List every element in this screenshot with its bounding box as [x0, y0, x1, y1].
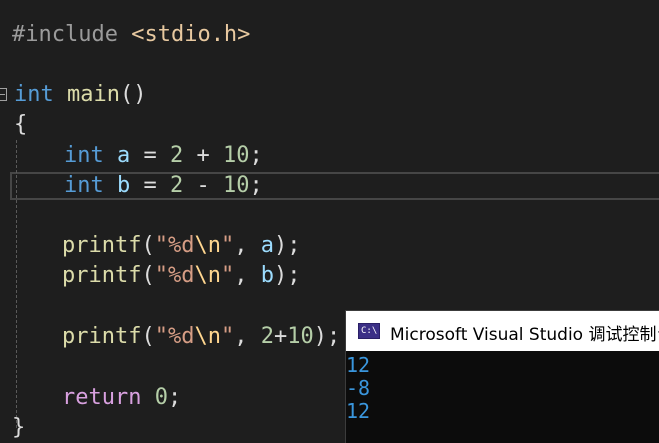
format-string-end: ": [220, 324, 235, 349]
code-line-include[interactable]: #include <stdio.h>: [12, 20, 250, 50]
open-paren: (: [141, 233, 155, 258]
plus-op: +: [196, 143, 210, 168]
function-call: printf: [62, 263, 142, 288]
console-output-line: 12: [346, 399, 371, 423]
argument-b: b: [260, 263, 274, 288]
close-brace: }: [12, 415, 26, 440]
comma: ,: [234, 233, 261, 258]
open-paren: (: [141, 263, 155, 288]
number: 10: [287, 324, 314, 349]
parens: (): [119, 82, 147, 107]
number: 2: [170, 173, 184, 198]
code-line-return[interactable]: return 0;: [62, 383, 181, 413]
keyword-int: int: [64, 143, 104, 168]
console-output: 12 -8 12: [346, 354, 370, 423]
preprocessor-directive: #include: [12, 22, 118, 47]
function-name: main: [67, 82, 120, 107]
console-output-line: 12: [346, 353, 371, 377]
number: 2: [260, 324, 274, 349]
minus-op: -: [196, 173, 210, 198]
open-brace: {: [14, 112, 28, 137]
format-string: "%d: [154, 324, 195, 349]
collapse-icon[interactable]: [0, 88, 7, 101]
close-paren: );: [273, 263, 301, 288]
assign-op: =: [143, 173, 157, 198]
code-line-decl-b[interactable]: int b = 2 - 10;: [64, 171, 263, 201]
code-line-printf-b[interactable]: printf("%d\n", b);: [62, 261, 300, 291]
number: 10: [223, 173, 250, 198]
format-string: "%d: [154, 263, 195, 288]
console-output-line: -8: [346, 376, 371, 400]
semicolon: ;: [249, 143, 263, 168]
close-paren: );: [273, 233, 301, 258]
escape-sequence: \n: [194, 324, 221, 349]
plus-op: +: [273, 324, 288, 349]
escape-sequence: \n: [194, 263, 221, 288]
number: 2: [170, 143, 184, 168]
variable-a: a: [117, 143, 131, 168]
indent-guide: [16, 140, 17, 428]
semicolon: ;: [249, 173, 263, 198]
argument-a: a: [260, 233, 274, 258]
open-paren: (: [141, 324, 155, 349]
comma: ,: [234, 263, 261, 288]
keyword-return: return: [62, 385, 142, 410]
code-editor[interactable]: #include <stdio.h> int main() { int a = …: [0, 0, 659, 443]
console-app-icon: C:\: [358, 323, 380, 339]
code-line-printf-a[interactable]: printf("%d\n", a);: [62, 231, 300, 261]
function-call: printf: [62, 233, 142, 258]
code-line-printf-sum[interactable]: printf("%d\n", 2+10);: [62, 322, 340, 352]
format-string-end: ": [220, 233, 235, 258]
keyword-int: int: [64, 173, 104, 198]
format-string-end: ": [220, 263, 235, 288]
number: 0: [154, 385, 168, 410]
number: 10: [223, 143, 250, 168]
format-string: "%d: [154, 233, 195, 258]
code-line-main[interactable]: int main(): [14, 80, 146, 110]
comma: ,: [234, 324, 261, 349]
close-paren: );: [313, 324, 341, 349]
code-line-open-brace[interactable]: {: [14, 110, 27, 140]
console-title: Microsoft Visual Studio 调试控制台: [390, 325, 659, 345]
code-line-decl-a[interactable]: int a = 2 + 10;: [64, 141, 263, 171]
debug-console-window[interactable]: C:\ Microsoft Visual Studio 调试控制台 12 -8 12: [345, 310, 659, 443]
semicolon: ;: [167, 385, 182, 410]
escape-sequence: \n: [194, 233, 221, 258]
variable-b: b: [117, 173, 131, 198]
assign-op: =: [143, 143, 157, 168]
console-titlebar[interactable]: C:\ Microsoft Visual Studio 调试控制台: [346, 311, 659, 351]
code-line-close-brace[interactable]: }: [12, 413, 25, 443]
console-icon-label: C:\: [361, 326, 378, 336]
function-call: printf: [62, 324, 142, 349]
keyword-int: int: [14, 82, 54, 107]
include-header: <stdio.h>: [131, 22, 251, 47]
